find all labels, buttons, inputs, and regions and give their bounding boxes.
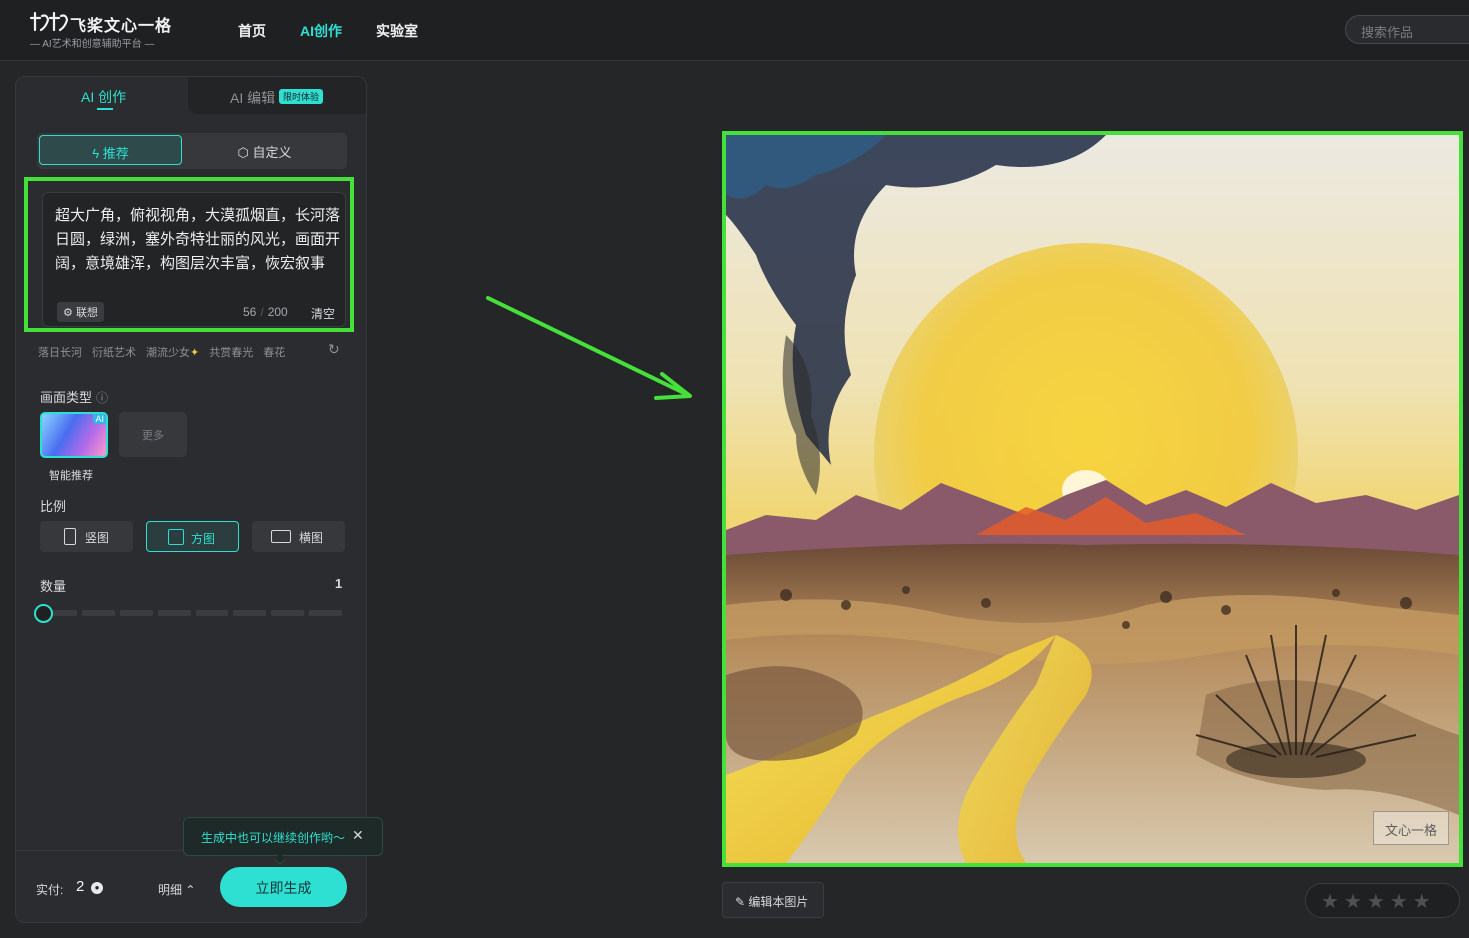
mode-custom-label: 自定义	[252, 145, 292, 160]
type-more-button[interactable]: 更多	[119, 412, 187, 457]
top-bar: 飞桨文心一格 — AI艺术和创意辅助平台 — 首页 AI创作 实验室 搜索作品	[0, 0, 1469, 61]
cube-icon: ⬡	[237, 145, 249, 160]
tab-ai-create-label: AI 创作	[81, 89, 127, 105]
char-count: 56	[243, 305, 257, 319]
lightning-icon: ϟ	[92, 146, 100, 161]
prompt-textarea[interactable]: 超大广角，俯视视角，大漠孤烟直，长河落日圆，绿洲，塞外奇特壮丽的风光，画面开阔，…	[42, 192, 346, 327]
sparkle-icon: ✦	[190, 347, 200, 359]
picture-type-label: 画面类型 ⓘ	[40, 390, 109, 405]
chip[interactable]: 落日长河	[38, 344, 82, 360]
prompt-highlight: 超大广角，俯视视角，大漠孤烟直，长河落日圆，绿洲，塞外奇特壮丽的风光，画面开阔，…	[24, 177, 354, 332]
char-counter: 56/200	[243, 305, 288, 319]
tooltip-text: 生成中也可以继续创作哟～	[201, 831, 346, 845]
main-nav: 首页 AI创作 实验室	[238, 21, 418, 41]
mode-custom-button[interactable]: ⬡ 自定义	[187, 135, 342, 165]
ratio-portrait-button[interactable]: 竖图	[40, 521, 133, 552]
sparkle-gear-icon: ⚙	[63, 307, 73, 319]
associate-button[interactable]: ⚙ 联想	[57, 302, 104, 322]
square-icon	[168, 529, 184, 545]
desert-sunset-painting	[726, 135, 1459, 863]
active-tab-indicator	[97, 108, 113, 110]
pay-value: 2	[76, 878, 85, 895]
chip[interactable]: 衍纸艺术	[92, 344, 136, 360]
tab-ai-edit-label: AI 编辑	[230, 90, 276, 106]
edit-icon: ✎	[735, 895, 746, 909]
tab-ai-edit[interactable]	[188, 77, 366, 114]
nav-ai-create[interactable]: AI创作	[300, 21, 342, 41]
ratio-landscape-button[interactable]: 横图	[252, 521, 345, 552]
type-smart-label: 智能推荐	[49, 470, 93, 482]
brand-name: 飞桨文心一格	[70, 18, 173, 35]
star-icon[interactable]: ★	[1367, 891, 1390, 913]
ai-tag: AI	[93, 414, 106, 424]
brand-tagline: — AI艺术和创意辅助平台 —	[30, 39, 155, 50]
mode-switch: ϟ 推荐 ⬡ 自定义	[37, 133, 347, 169]
star-icon[interactable]: ★	[1413, 891, 1436, 913]
edit-image-label: 编辑本图片	[748, 895, 809, 909]
limited-badge: 限时体验	[279, 89, 324, 104]
chevron-up-icon: ⌃	[185, 883, 196, 897]
refresh-icon[interactable]: ↻	[328, 341, 340, 358]
star-rating[interactable]: ★★★★★	[1305, 883, 1460, 918]
continue-tooltip: 生成中也可以继续创作哟～ ✕	[183, 817, 383, 865]
mode-recommend-button[interactable]: ϟ 推荐	[39, 135, 182, 165]
search-input[interactable]: 搜索作品	[1345, 15, 1469, 44]
clear-button[interactable]: 清空	[311, 305, 335, 322]
type-smart-card[interactable]: AI	[40, 412, 108, 458]
quantity-slider-track[interactable]	[44, 610, 342, 616]
generated-image[interactable]: 文心一格	[722, 131, 1463, 867]
create-panel: AI 创作 AI 编辑 限时体验 ϟ 推荐 ⬡ 自定义 超大广角，俯视视角，大漠…	[15, 76, 367, 923]
landscape-icon	[271, 530, 291, 543]
star-icon[interactable]: ★	[1321, 891, 1344, 913]
close-icon[interactable]: ✕	[352, 827, 364, 844]
quantity-slider-handle[interactable]	[34, 604, 53, 623]
star-icon[interactable]: ★	[1344, 891, 1367, 913]
ratio-square-button[interactable]: 方图	[146, 521, 239, 552]
mode-recommend-label: 推荐	[102, 146, 129, 161]
panel-footer: 实付: 2 ● 明细 ⌃ 立即生成	[16, 850, 366, 922]
watermark: 文心一格	[1373, 811, 1449, 845]
prompt-text[interactable]: 超大广角，俯视视角，大漠孤烟直，长河落日圆，绿洲，塞外奇特壮丽的风光，画面开阔，…	[55, 204, 340, 276]
nav-home[interactable]: 首页	[238, 21, 266, 41]
pay-label: 实付:	[36, 883, 64, 897]
coin-icon: ●	[91, 882, 103, 894]
chip[interactable]: 潮流少女✦	[146, 344, 199, 360]
star-icon[interactable]: ★	[1390, 891, 1413, 913]
nav-lab[interactable]: 实验室	[376, 21, 418, 41]
suggestion-chips: 落日长河 衍纸艺术 潮流少女✦ 共赏春光 春花	[38, 344, 285, 360]
annotation-arrow	[486, 296, 692, 400]
associate-label: 联想	[75, 307, 98, 319]
logo-mark-icon	[29, 11, 68, 32]
portrait-icon	[64, 528, 76, 545]
info-icon[interactable]: ⓘ	[96, 391, 108, 405]
quantity-label: 数量	[40, 579, 67, 594]
chip[interactable]: 共赏春光	[209, 344, 253, 360]
edit-image-button[interactable]: ✎ 编辑本图片	[722, 882, 824, 918]
quantity-value: 1	[335, 576, 343, 591]
detail-button[interactable]: 明细 ⌃	[158, 881, 195, 898]
char-max: 200	[267, 305, 288, 319]
chip[interactable]: 春花	[263, 344, 285, 360]
generate-button[interactable]: 立即生成	[220, 867, 347, 907]
ratio-label: 比例	[40, 499, 67, 514]
